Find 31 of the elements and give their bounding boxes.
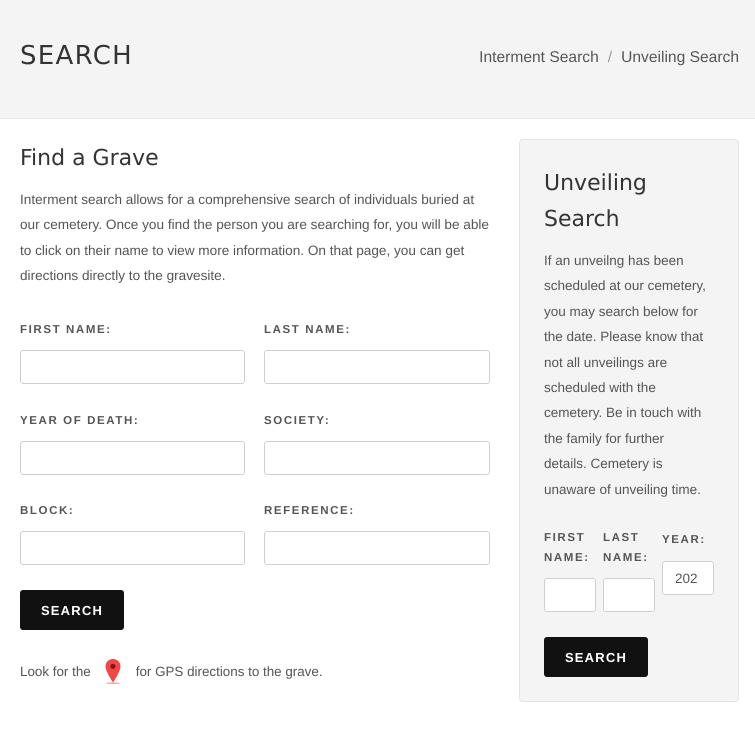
map-pin-icon bbox=[102, 658, 123, 684]
field-label: LAST NAME: bbox=[264, 323, 352, 338]
breadcrumb-link[interactable]: Interment Search bbox=[479, 49, 599, 67]
field-label: YEAR: bbox=[662, 533, 707, 548]
field-label: FIRST NAME: bbox=[544, 531, 591, 566]
search-button[interactable]: SEARCH bbox=[20, 590, 124, 630]
input-field[interactable] bbox=[264, 440, 490, 475]
field-label: SOCIETY: bbox=[264, 414, 332, 429]
section-heading: Find a Grave bbox=[20, 145, 160, 173]
panel-paragraph: If an unveilng has been scheduled at our cemetery, you may search below for the date. Please know that not all unveilings are scheduled with the cemetery. Be in touch with the family for further details. Cemetery is unaware of unveiling time. bbox=[544, 252, 707, 499]
panel-heading: Unveiling Search bbox=[544, 170, 648, 234]
gps-note-text: Look for the bbox=[20, 662, 91, 681]
field-label: REFERENCE: bbox=[264, 504, 356, 520]
input-field[interactable] bbox=[603, 578, 655, 612]
input-field[interactable]: 202 bbox=[662, 561, 714, 596]
intro-paragraph: Interment search allows for a comprehensive search of individuals buried at our cemetery. Once you find the person you are searching for, you will be able to click on their name to view more information. On that page, you can get directions directly to the gravesite. bbox=[20, 191, 490, 285]
field-label: LAST NAME: bbox=[603, 531, 650, 566]
gps-note-text: for GPS directions to the grave. bbox=[136, 662, 323, 681]
search-button[interactable]: SEARCH bbox=[544, 637, 648, 678]
breadcrumb-link[interactable]: Unveiling Search bbox=[621, 49, 739, 67]
breadcrumb-separator: / bbox=[608, 49, 612, 67]
input-field[interactable] bbox=[20, 531, 245, 566]
page-title: SEARCH bbox=[20, 41, 133, 71]
input-field[interactable] bbox=[264, 350, 490, 384]
input-field[interactable] bbox=[264, 531, 490, 566]
field-label: FIRST NAME: bbox=[20, 323, 113, 338]
input-field[interactable] bbox=[20, 440, 245, 475]
field-label: YEAR OF DEATH: bbox=[20, 414, 140, 429]
input-field[interactable] bbox=[20, 350, 245, 384]
input-field[interactable] bbox=[544, 578, 596, 612]
field-label: BLOCK: bbox=[20, 504, 76, 520]
